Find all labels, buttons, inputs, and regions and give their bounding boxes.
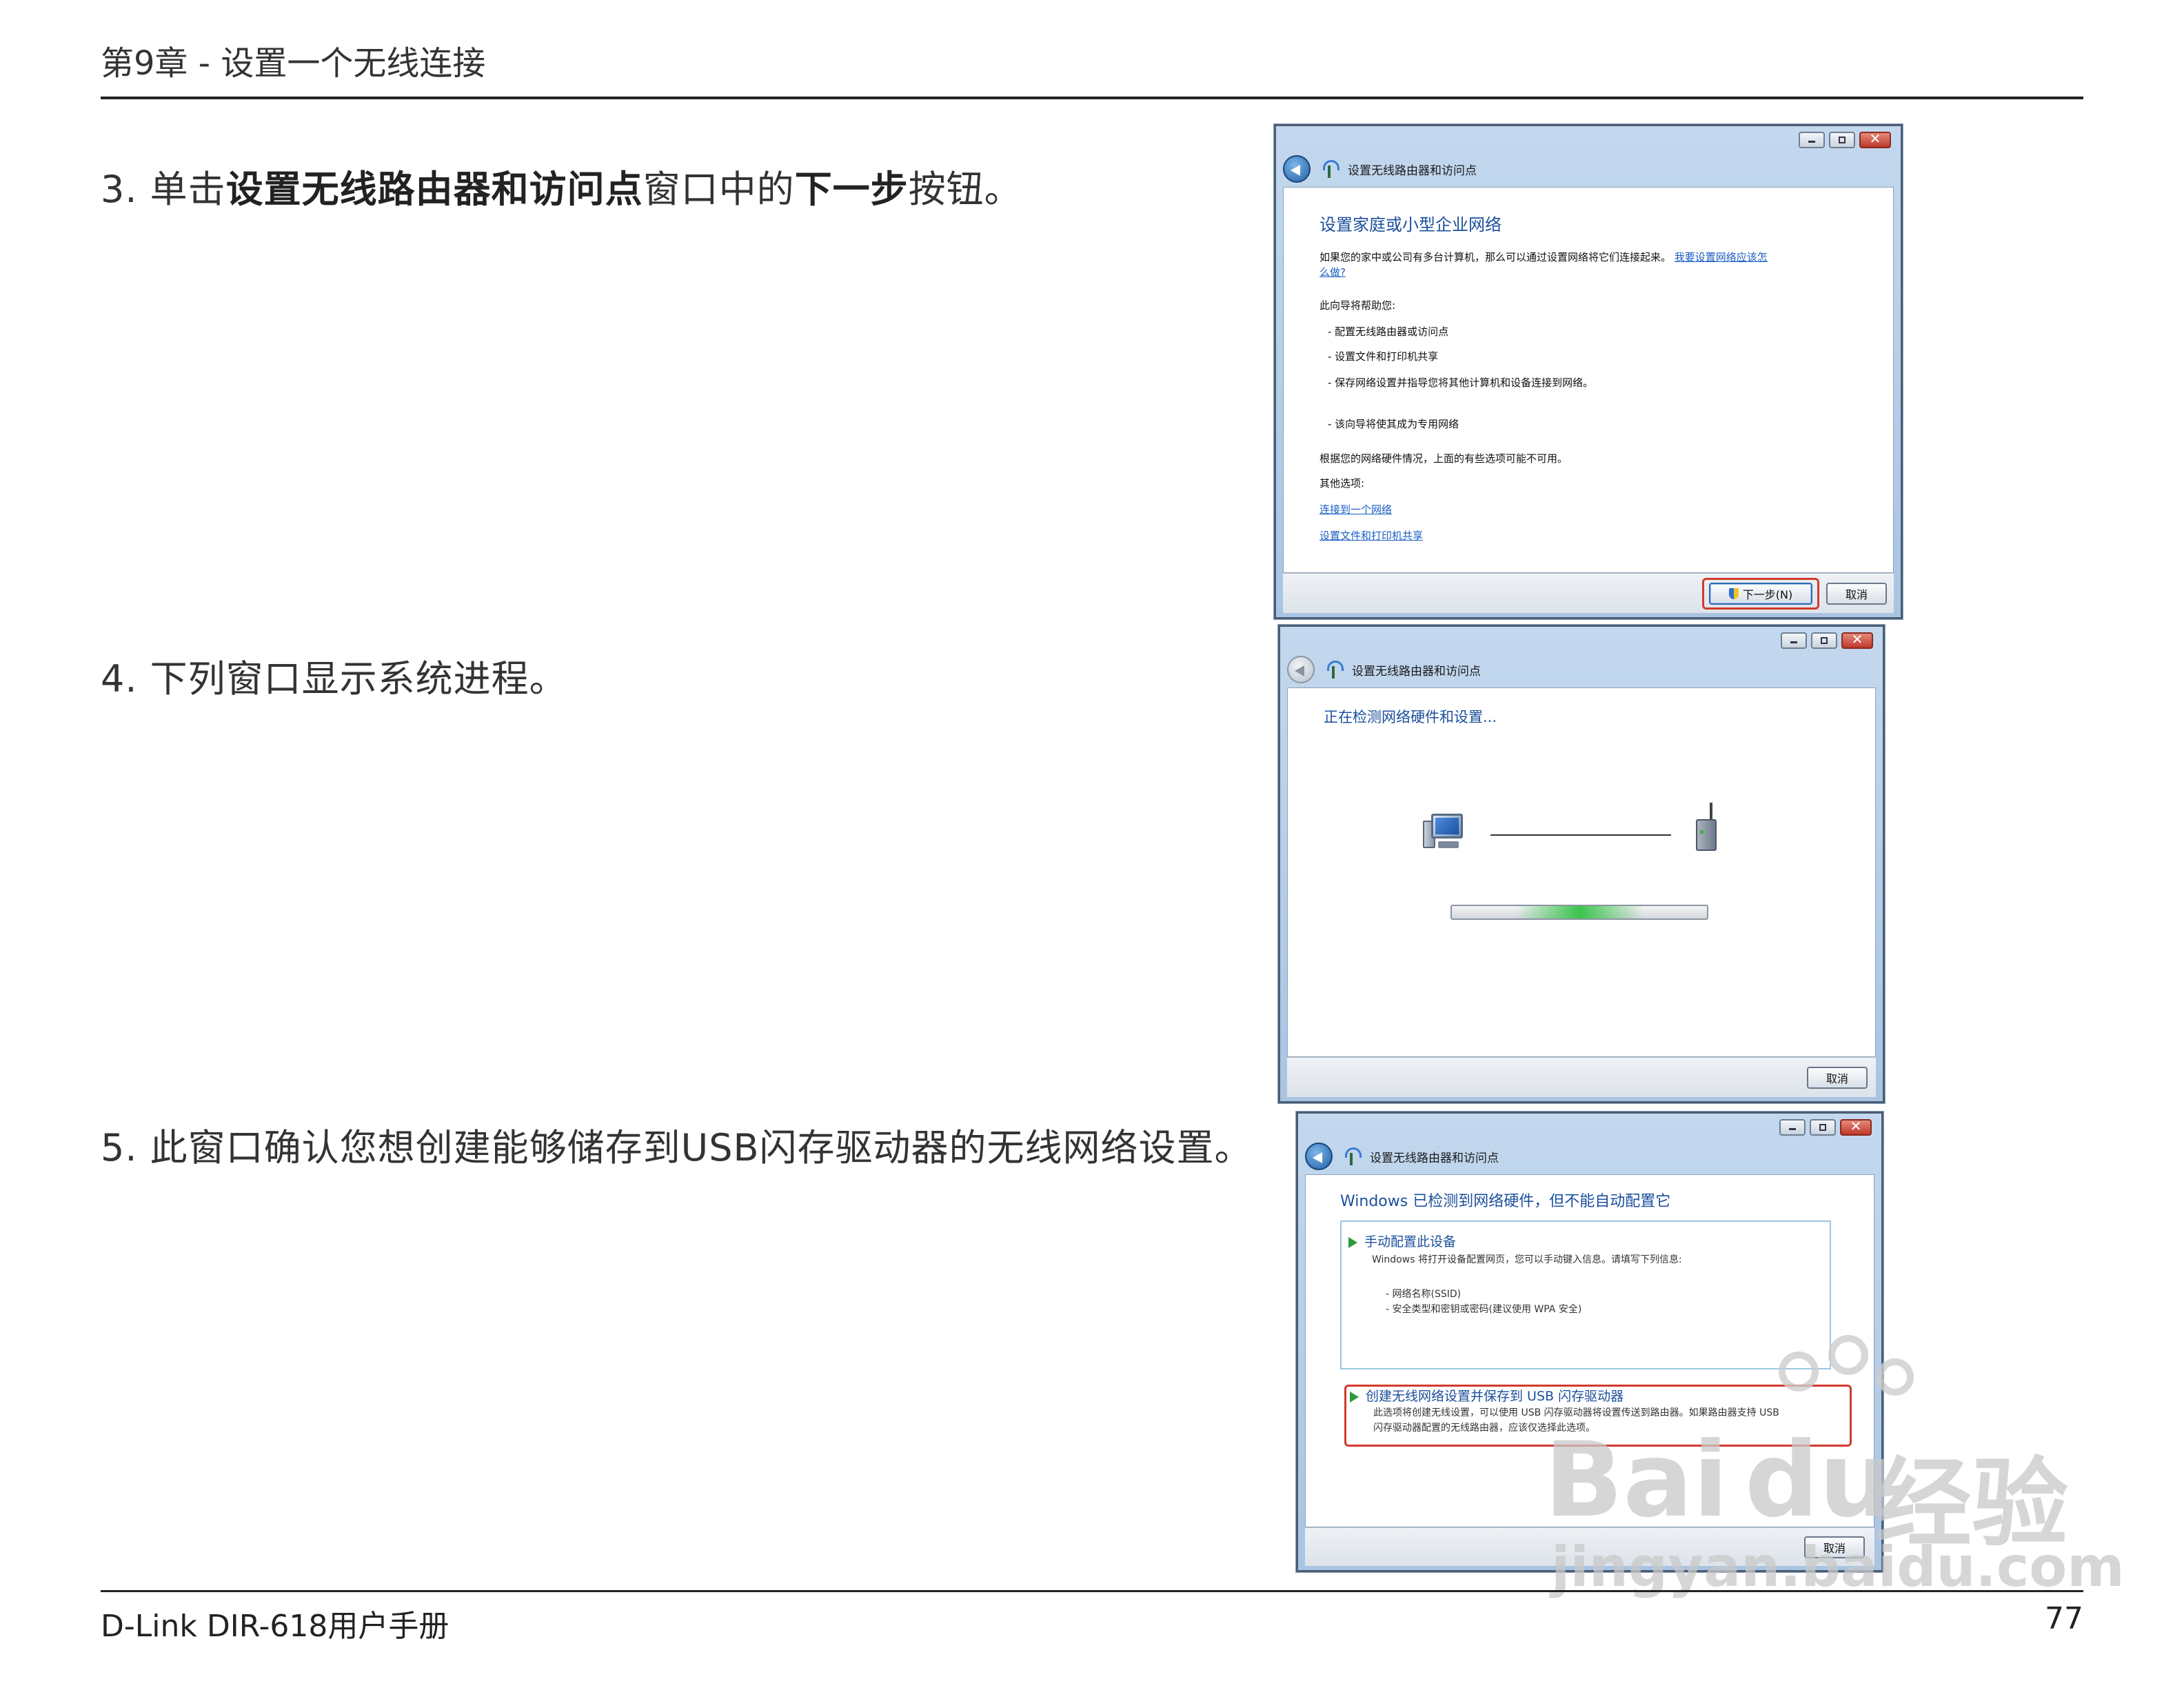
help-link-cont[interactable]: 么做? <box>1320 265 1346 279</box>
availability-note: 根据您的网络硬件情况，上面的有些选项可能不可用。 <box>1320 452 1568 465</box>
wizard-heading: 设置家庭或小型企业网络 <box>1320 215 1502 234</box>
bullet-item: - 保存网络设置并指导您将其他计算机和设备连接到网络。 <box>1328 376 1594 389</box>
option-manual-item: - 安全类型和密钥或密码(建议使用 WPA 安全) <box>1386 1304 1582 1315</box>
back-arrow-icon <box>1287 656 1315 683</box>
step-3: 3. 单击设置无线路由器和访问点窗口中的下一步按钮。 <box>101 159 1022 213</box>
header-rule <box>101 97 2083 99</box>
arrow-right-icon <box>1348 1236 1357 1248</box>
option-manual-title: 手动配置此设备 <box>1348 1232 1456 1250</box>
close-icon[interactable] <box>1840 1118 1872 1136</box>
watermark-paw-icon <box>1779 1352 1819 1391</box>
back-arrow-icon[interactable] <box>1305 1143 1333 1170</box>
window-controls <box>1781 631 1873 649</box>
window-controls <box>1799 130 1891 148</box>
option-manual-config[interactable]: 手动配置此设备 Windows 将打开设备配置网页，您可以手动键入信息。请填写下… <box>1340 1220 1831 1369</box>
step-5: 5. 此窗口确认您想创建能够储存到USB闪存驱动器的无线网络设置。 <box>101 1126 1253 1169</box>
arrow-right-icon <box>1350 1391 1359 1403</box>
close-icon[interactable] <box>1859 130 1891 148</box>
bullet-item: - 该向导将使其成为专用网络 <box>1328 418 1459 430</box>
back-arrow-icon[interactable] <box>1283 155 1311 183</box>
file-sharing-link[interactable]: 设置文件和打印机共享 <box>1320 528 1423 543</box>
title-bar: 设置无线路由器和访问点 <box>1287 652 1481 687</box>
intro-text: 如果您的家中或公司有多台计算机，那么可以通过设置网络将它们连接起来。 我要设置网… <box>1320 251 1768 263</box>
bullet-item: - 设置文件和打印机共享 <box>1328 350 1439 363</box>
cancel-button[interactable]: 取消 <box>1807 1067 1868 1089</box>
progress-bar <box>1450 905 1708 920</box>
network-icon <box>1322 160 1339 178</box>
window-setup-router: 设置无线路由器和访问点 设置家庭或小型企业网络 如果您的家中或公司有多台计算机，… <box>1274 124 1903 619</box>
watermark-brand: Bai du <box>1544 1420 1893 1540</box>
option-manual-item: - 网络名称(SSID) <box>1386 1289 1462 1300</box>
maximize-icon[interactable] <box>1810 1119 1836 1136</box>
progress-fill <box>1515 906 1644 918</box>
window-title: 设置无线路由器和访问点 <box>1352 664 1481 679</box>
window-detecting: 设置无线路由器和访问点 正在检测网络硬件和设置... 取消 <box>1278 625 1885 1103</box>
maximize-icon[interactable] <box>1811 632 1837 649</box>
watermark-paw-icon <box>1877 1358 1914 1396</box>
connection-line <box>1490 834 1671 836</box>
window-controls <box>1779 1118 1872 1136</box>
step-4: 4. 下列窗口显示系统进程。 <box>101 657 567 701</box>
footer-product: D-Link DIR-618用户手册 <box>101 1609 449 1644</box>
option-usb-title[interactable]: 创建无线网络设置并保存到 USB 闪存驱动器 <box>1350 1386 1624 1405</box>
help-link[interactable]: 我要设置网络应该怎 <box>1675 251 1768 263</box>
minimize-icon[interactable] <box>1799 132 1825 148</box>
step-3-mid: 窗口中的 <box>643 168 795 211</box>
window-title: 设置无线路由器和访问点 <box>1370 1151 1499 1165</box>
network-icon <box>1326 661 1344 679</box>
window-title: 设置无线路由器和访问点 <box>1348 163 1477 178</box>
watermark-paw-icon <box>1828 1335 1868 1375</box>
window-content: 设置家庭或小型企业网络 如果您的家中或公司有多台计算机，那么可以通过设置网络将它… <box>1283 187 1894 573</box>
other-options-label: 其他选项: <box>1320 477 1365 490</box>
shield-icon <box>1728 588 1739 599</box>
bullet-item: - 配置无线路由器或访问点 <box>1328 325 1449 338</box>
step-3-window-name: 设置无线路由器和访问点 <box>225 168 643 211</box>
footer-rule <box>101 1590 2083 1592</box>
step-3-button-name: 下一步 <box>794 168 909 211</box>
cancel-button[interactable]: 取消 <box>1826 583 1887 605</box>
detecting-status: 正在检测网络硬件和设置... <box>1324 709 1497 725</box>
maximize-icon[interactable] <box>1829 132 1855 148</box>
option-manual-desc: Windows 将打开设备配置网页，您可以手动键入信息。请填写下列信息: <box>1372 1254 1682 1265</box>
button-bar: 取消 <box>1287 1057 1876 1097</box>
minimize-icon[interactable] <box>1779 1119 1806 1136</box>
connect-network-link[interactable]: 连接到一个网络 <box>1320 502 1392 516</box>
minimize-icon[interactable] <box>1781 632 1807 649</box>
detected-heading: Windows 已检测到网络硬件，但不能自动配置它 <box>1340 1193 1671 1210</box>
step-3-prefix: 3. 单击 <box>101 168 226 211</box>
chapter-header: 第9章 - 设置一个无线连接 <box>101 44 486 83</box>
router-icon <box>1690 803 1723 852</box>
network-icon <box>1344 1147 1362 1165</box>
title-bar: 设置无线路由器和访问点 <box>1305 1138 1499 1174</box>
page-number: 77 <box>2045 1601 2083 1636</box>
step-3-suffix: 按钮。 <box>908 168 1022 211</box>
wizard-help: 此向导将帮助您: <box>1320 299 1396 312</box>
computer-icon <box>1423 811 1466 852</box>
title-bar: 设置无线路由器和访问点 <box>1283 151 1477 187</box>
window-content: 正在检测网络硬件和设置... <box>1287 687 1876 1057</box>
option-usb-desc: 此选项将创建无线设置，可以使用 USB 闪存驱动器将设置传送到路由器。如果路由器… <box>1373 1407 1779 1418</box>
close-icon[interactable] <box>1841 631 1873 649</box>
next-button[interactable]: 下一步(N) <box>1709 583 1812 605</box>
button-bar: 下一步(N) 取消 <box>1283 573 1894 613</box>
